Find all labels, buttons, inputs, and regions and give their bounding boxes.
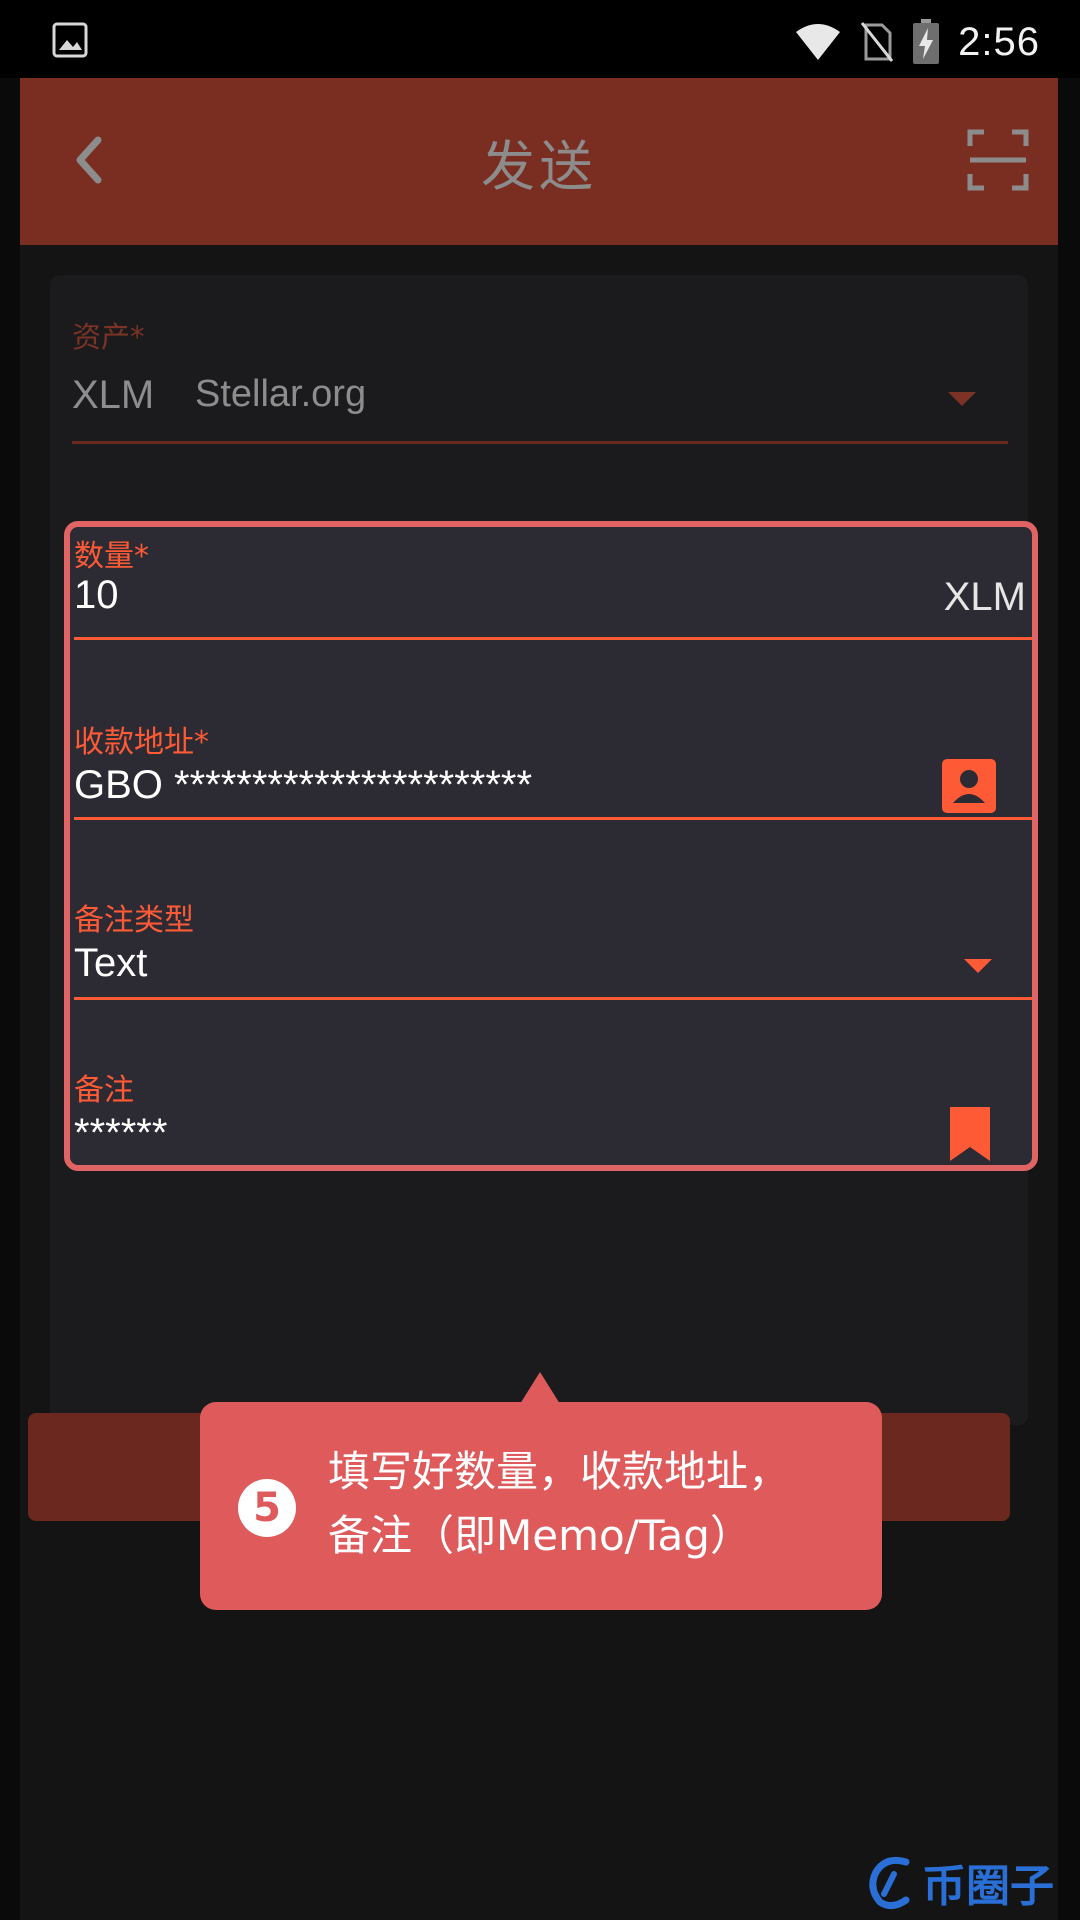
- status-time: 2:56: [958, 19, 1040, 64]
- amount-unit: XLM: [943, 575, 1026, 619]
- asset-issuer[interactable]: Stellar.org: [195, 373, 366, 416]
- memo-row: [50, 1114, 1012, 1115]
- memo-type-caret-icon[interactable]: [964, 959, 992, 975]
- memo-type-label: 备注类型: [74, 903, 194, 938]
- asset-code[interactable]: XLM: [72, 373, 154, 418]
- address-input[interactable]: GBO ***********************: [74, 763, 532, 808]
- watermark-text: 币圈子: [922, 1861, 1054, 1912]
- memo-label: 备注: [74, 1073, 134, 1108]
- address-label: 收款地址*: [74, 725, 209, 760]
- amount-label: 数量*: [74, 539, 149, 574]
- amount-underline: [74, 637, 1032, 640]
- watermark: 币圈子: [866, 1850, 1054, 1914]
- battery-charging-icon: [913, 19, 940, 64]
- tooltip-line-1: 填写好数量，收款地址，: [328, 1447, 791, 1496]
- contact-icon[interactable]: [942, 759, 996, 813]
- bookmark-icon[interactable]: [950, 1107, 990, 1161]
- send-screen: 发送 资产* XLM Stellar.org 数量* 10 XLM 收款地址* …: [20, 78, 1058, 1920]
- asset-underline: [72, 441, 1008, 444]
- tooltip-line-2: 备注（即Memo/Tag）: [328, 1511, 752, 1560]
- address-underline: [74, 817, 1032, 820]
- wifi-icon: [796, 24, 841, 60]
- memo-input[interactable]: ******: [74, 1111, 167, 1156]
- asset-label: 资产*: [72, 320, 145, 354]
- dropdown-caret-icon[interactable]: [948, 392, 976, 408]
- watermark-logo-icon: [869, 1856, 910, 1909]
- amount-input[interactable]: 10: [74, 573, 119, 618]
- tooltip-arrow: [520, 1372, 560, 1404]
- step-tooltip: 5 填写好数量，收款地址， 备注（即Memo/Tag）: [200, 1402, 882, 1610]
- tooltip-text: 填写好数量，收款地址， 备注（即Memo/Tag）: [328, 1440, 868, 1568]
- memo-type-select[interactable]: Text: [74, 941, 147, 986]
- status-bar: 2:56: [0, 0, 1080, 78]
- memo-type-underline: [74, 997, 1032, 1000]
- scan-button[interactable]: [966, 128, 1030, 192]
- scan-icon: [967, 129, 1029, 191]
- no-sim-icon: [860, 22, 894, 62]
- step-number: 5: [238, 1479, 296, 1537]
- app-toolbar: 发送: [20, 78, 1058, 245]
- highlighted-form: 数量* 10 XLM 收款地址* GBO *******************…: [64, 521, 1038, 1171]
- gallery-icon: [52, 22, 88, 58]
- page-title: 发送: [481, 135, 597, 198]
